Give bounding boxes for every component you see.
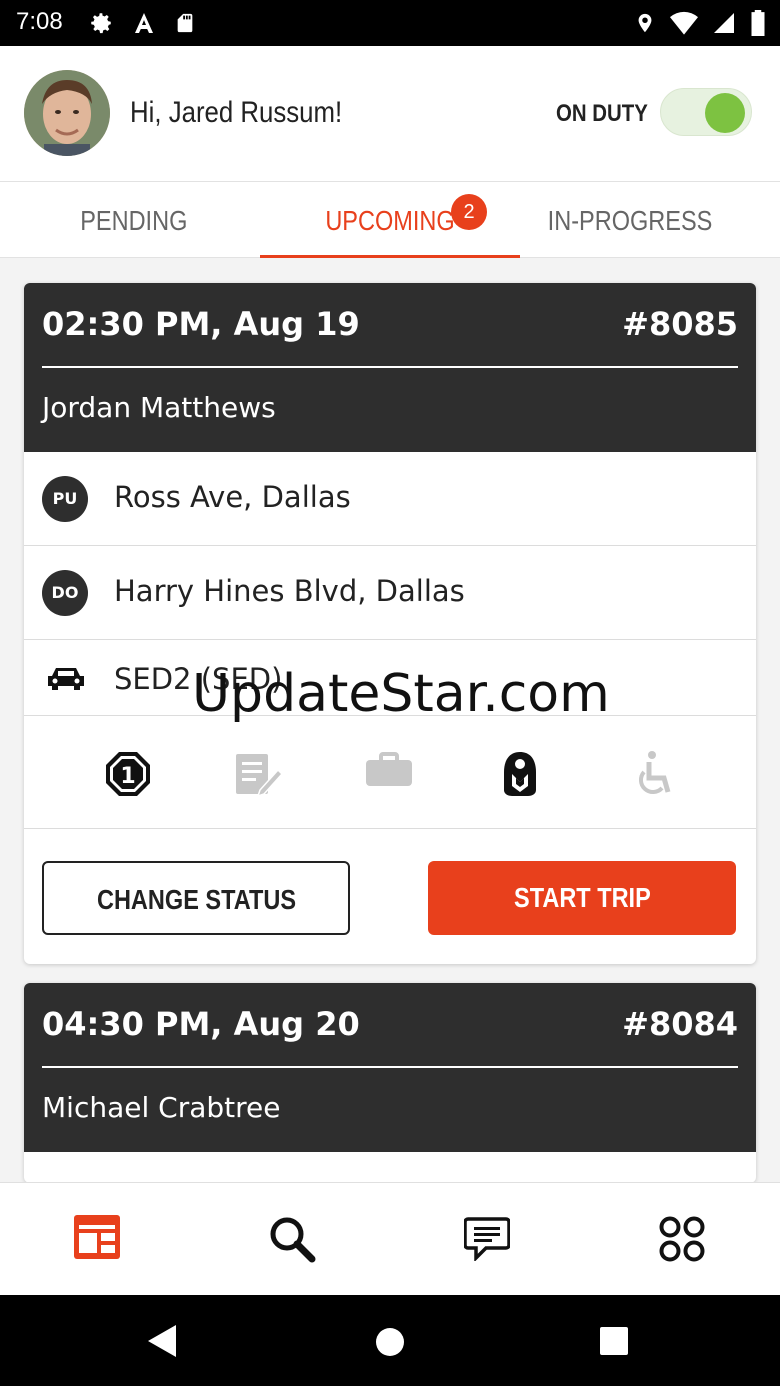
upcoming-count-badge: 2 <box>451 194 487 230</box>
a-icon <box>135 13 153 33</box>
passenger-name: Michael Crabtree <box>42 1091 281 1124</box>
svg-text:1: 1 <box>120 764 135 789</box>
avatar[interactable] <box>24 70 110 156</box>
pickup-badge: PU <box>42 476 88 522</box>
wifi-icon <box>670 11 698 35</box>
bottom-navigation <box>0 1182 780 1295</box>
dropoff-address: Harry Hines Blvd, Dallas <box>114 574 465 608</box>
system-navigation-bar <box>0 1295 780 1386</box>
trip-number: #8085 <box>622 305 738 343</box>
passenger-count-1-icon: 1 <box>106 752 150 796</box>
change-status-button[interactable]: CHANGE STATUS <box>42 861 350 935</box>
search-icon[interactable] <box>268 1215 316 1263</box>
dropoff-row[interactable]: DO Harry Hines Blvd, Dallas <box>24 546 756 640</box>
toggle-knob <box>705 93 745 133</box>
change-status-label: CHANGE STATUS <box>96 884 296 915</box>
trip-card-header: 02:30 PM, Aug 19 #8085 Jordan Matthews <box>24 283 756 452</box>
tab-upcoming[interactable]: UPCOMING 2 <box>260 182 520 258</box>
wheelchair-icon <box>638 751 671 795</box>
start-trip-label: START TRIP <box>513 882 651 913</box>
trip-card[interactable]: 02:30 PM, Aug 19 #8085 Jordan Matthews P… <box>24 283 756 964</box>
home-icon[interactable] <box>375 1327 405 1357</box>
luggage-icon <box>366 752 412 786</box>
trip-datetime: 04:30 PM, Aug 20 <box>42 1005 360 1043</box>
status-time: 7:08 <box>16 8 63 35</box>
trip-datetime: 02:30 PM, Aug 19 <box>42 305 360 343</box>
apps-icon[interactable] <box>658 1215 706 1263</box>
sd-card-icon <box>177 13 193 33</box>
tab-pending[interactable]: PENDING <box>4 182 264 258</box>
signal-icon <box>714 13 734 33</box>
app-header: Hi, Jared Russum! ON DUTY <box>0 46 780 182</box>
battery-icon <box>751 10 765 36</box>
location-icon <box>638 13 652 33</box>
gear-icon <box>91 13 111 34</box>
pickup-row[interactable]: PU Ross Ave, Dallas <box>24 452 756 546</box>
passenger-name: Jordan Matthews <box>42 391 276 424</box>
start-trip-button[interactable]: START TRIP <box>428 861 736 935</box>
duty-label: ON DUTY <box>556 100 648 127</box>
car-icon <box>48 668 84 690</box>
child-seat-icon <box>504 752 536 796</box>
tab-in-progress[interactable]: IN-PROGRESS <box>500 182 760 258</box>
recents-icon[interactable] <box>600 1327 628 1355</box>
tab-in-progress-label: IN-PROGRESS <box>547 205 713 236</box>
greeting-text: Hi, Jared Russum! <box>130 96 343 129</box>
trip-card[interactable]: 04:30 PM, Aug 20 #8084 Michael Crabtree <box>24 983 756 1183</box>
tab-upcoming-label: UPCOMING <box>325 205 455 236</box>
trip-card-header: 04:30 PM, Aug 20 #8084 Michael Crabtree <box>24 983 756 1152</box>
notes-icon <box>236 754 282 798</box>
trip-features: 1 <box>24 716 756 829</box>
pickup-address: Ross Ave, Dallas <box>114 480 351 514</box>
on-duty-toggle[interactable] <box>660 88 752 136</box>
header-divider <box>42 1066 738 1068</box>
trip-tabs: PENDING UPCOMING 2 IN-PROGRESS <box>0 182 780 258</box>
watermark: UpdateStar.com <box>192 664 610 724</box>
trips-icon[interactable] <box>74 1215 120 1259</box>
back-icon[interactable] <box>148 1325 178 1357</box>
tab-pending-label: PENDING <box>80 205 188 236</box>
status-bar: 7:08 <box>0 0 780 46</box>
header-divider <box>42 366 738 368</box>
trip-number: #8084 <box>622 1005 738 1043</box>
messages-icon[interactable] <box>464 1217 510 1261</box>
dropoff-badge: DO <box>42 570 88 616</box>
